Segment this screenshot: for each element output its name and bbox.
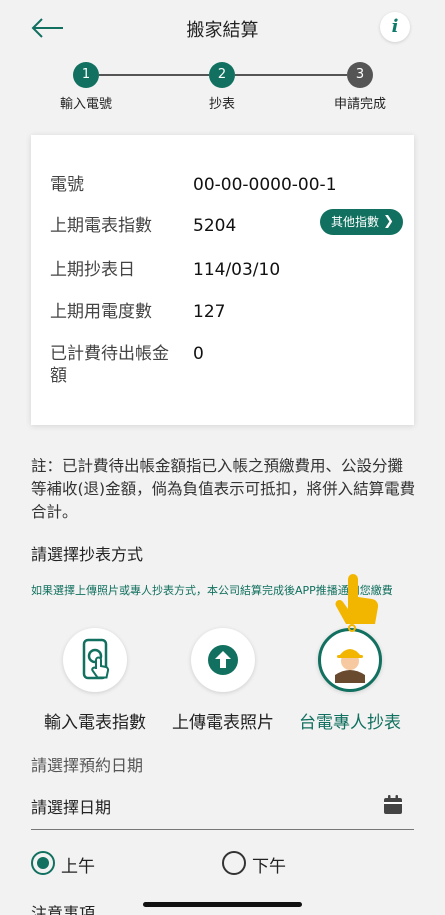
notes-section-title: 注意事項 [31, 904, 96, 915]
upload-arrow-icon [191, 628, 255, 692]
method-option-input-reading[interactable]: 輸入電表指數 [35, 628, 155, 733]
method-label: 輸入電表指數 [44, 713, 146, 733]
date-picker-field[interactable]: 請選擇日期 [31, 790, 414, 830]
row-label: 上期抄表日 [50, 260, 135, 280]
row-label: 已計費待出帳金額 [50, 344, 169, 386]
radio-button [31, 851, 55, 875]
method-label: 台電專人抄表 [299, 713, 401, 733]
phone-touch-icon [63, 628, 127, 692]
step-2-circle: 2 [209, 62, 235, 88]
method-option-staff-reading[interactable]: 台電專人抄表 [290, 628, 410, 733]
home-indicator[interactable] [143, 902, 302, 907]
row-value: 0 [193, 344, 204, 364]
other-readings-button[interactable]: 其他指數 ❯ [320, 209, 403, 235]
method-label: 上傳電表照片 [172, 713, 274, 733]
row-label: 電號 [50, 175, 84, 195]
method-section-title: 請選擇抄表方式 [31, 545, 144, 564]
meter-info-card: 電號 00-00-0000-00-1 上期電表指數 5204 上期抄表日 114… [31, 135, 414, 425]
appointment-date-title: 請選擇預約日期 [31, 756, 144, 775]
date-placeholder: 請選擇日期 [31, 798, 112, 817]
step-connector [235, 74, 347, 76]
page-title: 搬家結算 [186, 20, 259, 41]
step-1-circle: 1 [73, 62, 99, 88]
pending-amount-note: 註：已計費待出帳金額指已入帳之預繳費用、公設分攤等補收(退)金額，倘為負值表示可… [31, 457, 416, 521]
row-value: 5204 [193, 216, 237, 236]
radio-button [222, 851, 246, 875]
other-readings-label: 其他指數 [331, 215, 380, 229]
row-value: 00-00-0000-00-1 [193, 175, 337, 195]
chevron-right-icon: ❯ [383, 214, 394, 229]
worker-helmet-icon [318, 628, 382, 692]
progress-stepper: 1 2 3 輸入電號 抄表 申請完成 [0, 62, 445, 112]
header-bar: 搬家結算 i [0, 0, 445, 56]
step-2-label: 抄表 [208, 97, 235, 112]
step-1-label: 輸入電號 [59, 97, 112, 112]
row-value: 114/03/10 [193, 260, 281, 280]
method-option-upload-photo[interactable]: 上傳電表照片 [163, 628, 283, 733]
step-3-label: 申請完成 [333, 97, 386, 112]
step-3-circle: 3 [347, 62, 373, 88]
row-label: 上期用電度數 [50, 302, 152, 322]
tap-pointer-icon [335, 574, 379, 632]
calendar-icon[interactable] [382, 794, 404, 816]
radio-label: 下午 [252, 857, 286, 877]
row-value: 127 [193, 302, 226, 322]
radio-label: 上午 [61, 857, 95, 877]
info-icon[interactable]: i [380, 12, 410, 42]
step-connector [99, 74, 209, 76]
row-label: 上期電表指數 [50, 216, 152, 236]
